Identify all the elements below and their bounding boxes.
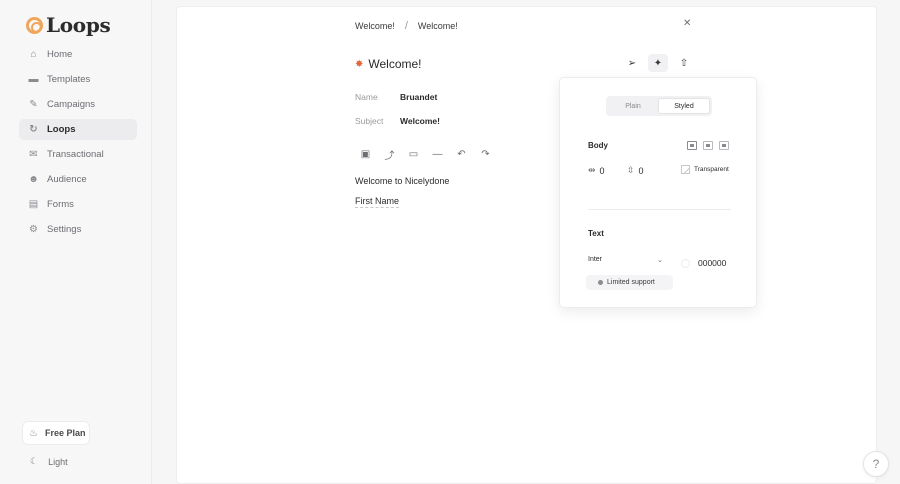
theme-label: Light: [48, 456, 68, 467]
free-plan-label: Free Plan: [44, 428, 86, 438]
tab-plain[interactable]: Plain: [608, 98, 658, 114]
moon-icon: ☾: [30, 456, 39, 466]
form-icon: ▤: [28, 199, 39, 210]
editor-card: Welcome! / Welcome! ✕ ✸ Welcome! ➢ ✦ ⇧ N…: [176, 6, 877, 484]
mail-icon: ✉: [29, 149, 38, 160]
color-swatch: [681, 258, 690, 268]
sidebar-item-settings[interactable]: ⚙ Settings: [19, 219, 137, 240]
align-left-icon[interactable]: [687, 141, 697, 150]
breadcrumb-separator: /: [404, 20, 408, 32]
sidebar-item-home[interactable]: ⌂ Home: [19, 44, 137, 65]
refresh-icon: ↻: [29, 124, 38, 135]
sidebar-item-audience[interactable]: ☻ Audience: [19, 169, 137, 190]
email-title-row: ✸ Welcome!: [355, 57, 422, 71]
padding-y-field[interactable]: ⇳ 0: [627, 165, 644, 176]
limited-support-label: Limited support: [607, 279, 655, 286]
editor-actions: ➢ ✦ ⇧: [622, 54, 694, 72]
button-icon[interactable]: ▭: [406, 147, 421, 161]
limited-support-badge: Limited support: [586, 275, 673, 290]
sidebar-item-loops[interactable]: ↻ Loops: [19, 119, 137, 140]
breadcrumb: Welcome! / Welcome!: [355, 20, 458, 32]
editor-toolbar: ▣ ⤴ ▭ — ↶ ↷: [358, 147, 493, 162]
sidebar-nav: ⌂ Home ▬ Templates ✎ Campaigns ↻ Loops ✉…: [19, 44, 137, 244]
tab-styled[interactable]: Styled: [658, 98, 710, 114]
sidebar-item-campaigns[interactable]: ✎ Campaigns: [19, 94, 137, 115]
pencil-icon: ✎: [29, 99, 38, 110]
redo-icon[interactable]: ↷: [478, 147, 493, 161]
email-title[interactable]: Welcome!: [368, 57, 421, 71]
padding-y-value: 0: [638, 165, 644, 176]
breadcrumb-item[interactable]: Welcome!: [418, 21, 458, 31]
font-value: Inter: [588, 256, 603, 263]
breadcrumb-item[interactable]: Welcome!: [355, 21, 395, 31]
gear-icon: ⚙: [29, 224, 38, 235]
style-mode-toggle: Plain Styled: [606, 96, 712, 116]
text-section-label: Text: [588, 229, 604, 238]
sidebar-item-label: Loops: [47, 124, 76, 135]
free-plan-button[interactable]: ♨ Free Plan: [22, 421, 90, 445]
style-popover: Plain Styled Body ⇹ 0 ⇳ 0 Transparent Te…: [559, 77, 757, 308]
body-alignment: [687, 141, 729, 150]
sparkle-emoji-icon: ✸: [355, 58, 364, 70]
text-color-value: 000000: [698, 258, 727, 268]
subject-input[interactable]: Welcome!: [400, 116, 440, 126]
home-icon: ⌂: [30, 49, 37, 60]
body-section-label: Body: [588, 141, 608, 150]
folder-icon: ▬: [28, 74, 39, 85]
sidebar-item-label: Home: [47, 49, 73, 60]
background-color-field[interactable]: Transparent: [681, 165, 729, 174]
subject-label: Subject: [355, 116, 384, 126]
component-icon[interactable]: ⤴: [382, 147, 397, 162]
background-value: Transparent: [694, 166, 729, 173]
padding-x-field[interactable]: ⇹ 0: [588, 165, 605, 176]
font-select[interactable]: Inter ⌄: [588, 256, 663, 264]
users-icon: ☻: [28, 174, 39, 185]
sidebar-item-label: Transactional: [47, 149, 104, 160]
loops-logo-icon: [26, 16, 43, 34]
align-center-icon[interactable]: [703, 141, 713, 150]
sidebar: Loops ⌂ Home ▬ Templates ✎ Campaigns ↻ L…: [0, 0, 152, 484]
sidebar-item-label: Forms: [47, 199, 74, 210]
sidebar-item-forms[interactable]: ▤ Forms: [19, 194, 137, 215]
name-field: Name Bruandet: [355, 92, 437, 102]
align-full-icon[interactable]: [719, 141, 729, 150]
send-test-button[interactable]: ➢: [622, 54, 642, 72]
upload-icon[interactable]: ⇧: [674, 54, 694, 72]
sidebar-item-label: Templates: [47, 74, 91, 85]
first-name-tag[interactable]: First Name: [355, 196, 400, 208]
undo-icon[interactable]: ↶: [454, 147, 469, 161]
text-color-field[interactable]: 000000: [681, 258, 726, 268]
info-dot-icon: [598, 280, 603, 285]
sidebar-item-label: Settings: [47, 224, 82, 235]
loops-logo[interactable]: Loops: [26, 13, 111, 37]
divider: [588, 209, 731, 210]
sidebar-item-transactional[interactable]: ✉ Transactional: [19, 144, 137, 165]
divider-icon[interactable]: —: [430, 147, 445, 161]
flame-icon: ♨: [29, 427, 38, 439]
image-icon[interactable]: ▣: [358, 147, 373, 161]
body-text-line[interactable]: Welcome to Nicelydone: [355, 176, 449, 186]
chevron-down-icon: ⌄: [657, 257, 663, 264]
help-button[interactable]: ?: [863, 451, 889, 477]
name-input[interactable]: Bruandet: [400, 92, 437, 102]
sidebar-item-templates[interactable]: ▬ Templates: [19, 69, 137, 90]
sidebar-item-label: Audience: [47, 174, 87, 185]
name-label: Name: [355, 92, 378, 102]
transparent-swatch-icon: [681, 165, 690, 174]
sidebar-item-label: Campaigns: [47, 99, 96, 110]
padding-x-value: 0: [599, 165, 605, 176]
logo-text: Loops: [46, 13, 111, 37]
style-button[interactable]: ✦: [648, 54, 668, 72]
vertical-padding-icon: ⇳: [627, 165, 635, 175]
horizontal-padding-icon: ⇹: [588, 165, 596, 175]
theme-toggle[interactable]: ☾ Light: [30, 456, 68, 467]
subject-field: Subject Welcome!: [355, 116, 440, 126]
close-icon[interactable]: ✕: [683, 18, 691, 29]
